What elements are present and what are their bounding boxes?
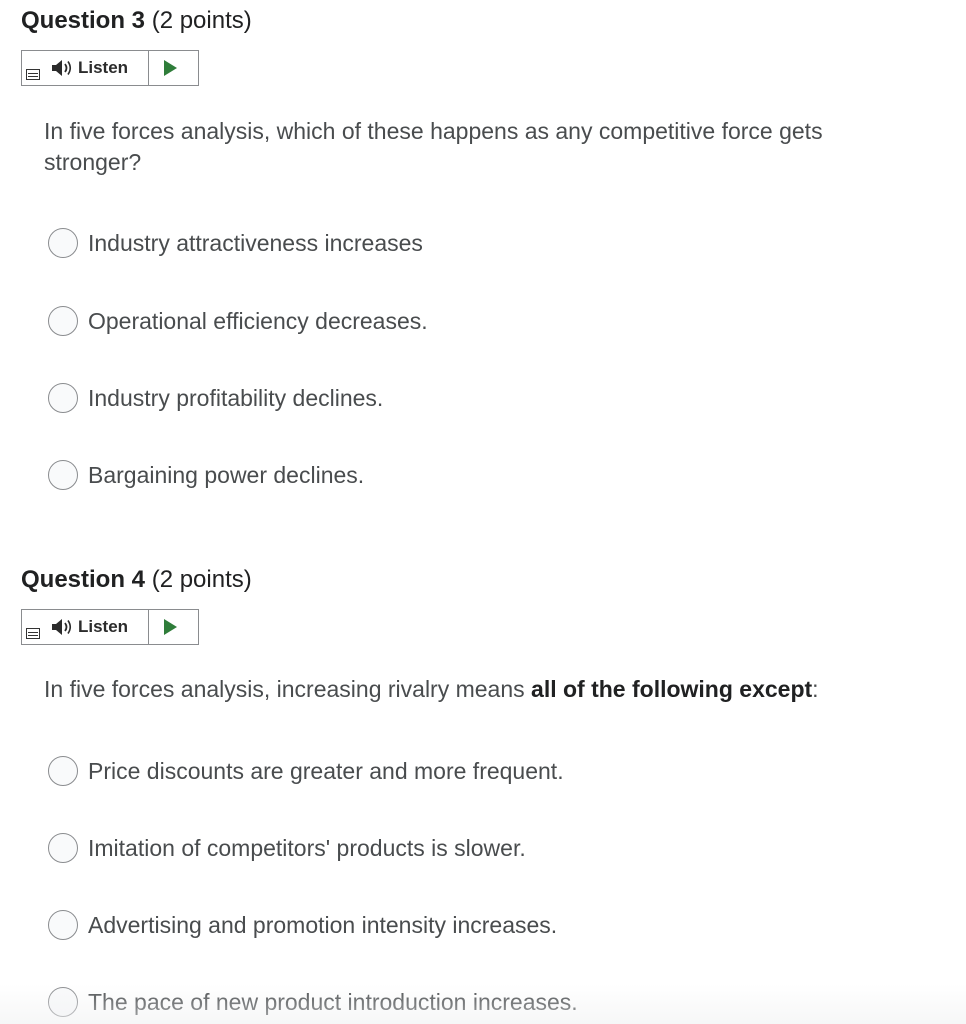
listen-label: Listen	[78, 58, 129, 77]
answer-option-label: Imitation of competitors' products is sl…	[88, 834, 526, 861]
listen-button[interactable]: Listen	[46, 51, 149, 85]
speaker-icon	[52, 60, 72, 76]
answer-option[interactable]: Imitation of competitors' products is sl…	[48, 833, 526, 863]
answer-option[interactable]: Operational efficiency decreases.	[48, 306, 428, 336]
answer-option-label: Bargaining power declines.	[88, 461, 365, 488]
listen-menu-button[interactable]	[22, 610, 46, 644]
question-title: Question 3 (2 points)	[21, 7, 252, 35]
answer-option-label: Industry attractiveness increases	[88, 229, 423, 256]
answer-option[interactable]: Industry attractiveness increases	[48, 228, 423, 258]
listen-widget: Listen	[21, 609, 199, 645]
answer-option[interactable]: Advertising and promotion intensity incr…	[48, 910, 557, 940]
listen-label: Listen	[78, 617, 129, 636]
play-icon	[164, 60, 177, 76]
listen-button[interactable]: Listen	[46, 610, 149, 644]
answer-option-label: Advertising and promotion intensity incr…	[88, 911, 558, 938]
play-button[interactable]	[149, 610, 198, 644]
answer-option[interactable]: The pace of new product introduction inc…	[48, 987, 578, 1017]
radio-button[interactable]	[48, 306, 78, 336]
question-text-emphasis: all of the following except	[531, 676, 813, 702]
question-text: In five forces analysis, increasing riva…	[44, 674, 924, 705]
answer-option[interactable]: Bargaining power declines.	[48, 460, 364, 490]
answer-option[interactable]: Industry profitability declines.	[48, 383, 383, 413]
question-number: Question 3	[21, 7, 146, 34]
answer-option[interactable]: Price discounts are greater and more fre…	[48, 756, 564, 786]
answer-option-label: Industry profitability declines.	[88, 384, 384, 411]
answer-option-label: Price discounts are greater and more fre…	[88, 757, 564, 784]
menu-icon	[26, 69, 40, 80]
radio-button[interactable]	[48, 460, 78, 490]
question-points: (2 points)	[151, 566, 252, 593]
radio-button[interactable]	[48, 756, 78, 786]
play-icon	[164, 619, 177, 635]
question-text-prefix: In five forces analysis, increasing riva…	[44, 676, 532, 702]
menu-icon	[26, 628, 40, 639]
play-button[interactable]	[149, 51, 198, 85]
question-text-suffix: :	[812, 676, 819, 702]
radio-button[interactable]	[48, 228, 78, 258]
listen-menu-button[interactable]	[22, 51, 46, 85]
speaker-icon	[52, 619, 72, 635]
answer-option-label: Operational efficiency decreases.	[88, 307, 428, 334]
question-number: Question 4	[21, 566, 146, 593]
radio-button[interactable]	[48, 910, 78, 940]
radio-button[interactable]	[48, 833, 78, 863]
question-title: Question 4 (2 points)	[21, 566, 252, 594]
question-text: In five forces analysis, which of these …	[44, 118, 823, 175]
radio-button[interactable]	[48, 383, 78, 413]
answer-option-label: The pace of new product introduction inc…	[88, 988, 578, 1015]
listen-widget: Listen	[21, 50, 199, 86]
question-points: (2 points)	[151, 7, 252, 34]
radio-button[interactable]	[48, 987, 78, 1017]
